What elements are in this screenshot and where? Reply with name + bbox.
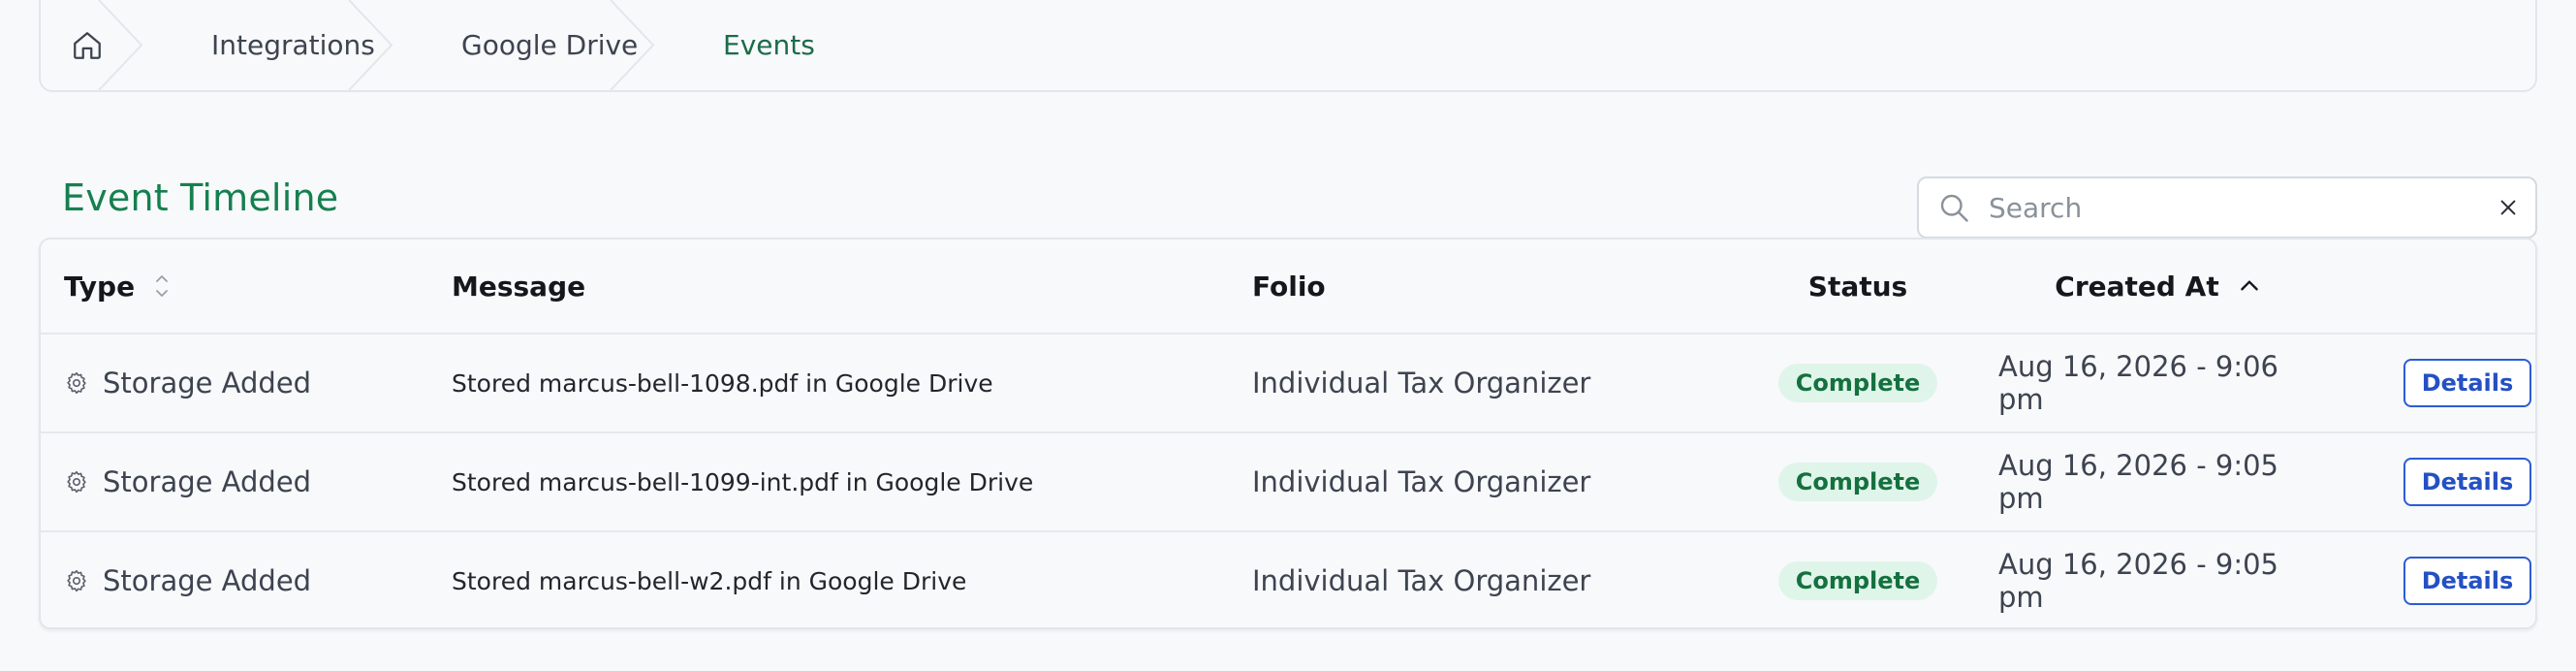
status-badge: Complete <box>1777 364 1938 402</box>
search-icon <box>1919 190 1989 225</box>
table-row: Storage Added Stored marcus-bell-1099-in… <box>41 433 2535 532</box>
created-at-cell: Aug 16, 2026 - 9:05 pm <box>1998 449 2279 515</box>
breadcrumb: Integrations Google Drive Events <box>39 0 2537 92</box>
close-icon[interactable] <box>2481 197 2535 218</box>
type-label: Storage Added <box>103 465 312 498</box>
folio-cell: Individual Tax Organizer <box>1252 367 1591 399</box>
message-cell: Stored marcus-bell-w2.pdf in Google Driv… <box>452 566 967 595</box>
actions-cell: Details <box>2386 532 2531 627</box>
breadcrumb-item-events: Events <box>653 0 2535 90</box>
folio-cell: Individual Tax Organizer <box>1252 564 1591 597</box>
breadcrumb-item-google-drive[interactable]: Google Drive <box>392 0 655 90</box>
details-button[interactable]: Details <box>2403 359 2531 407</box>
breadcrumb-label: Integrations <box>211 29 375 61</box>
type-cell: Storage Added <box>64 433 432 530</box>
status-badge: Complete <box>1777 463 1938 501</box>
created-at-cell: Aug 16, 2026 - 9:06 pm <box>1998 350 2279 416</box>
type-label: Storage Added <box>103 564 312 597</box>
breadcrumb-label: Google Drive <box>461 29 639 61</box>
details-button[interactable]: Details <box>2403 557 2531 605</box>
type-cell: Storage Added <box>64 335 432 431</box>
message-cell: Stored marcus-bell-1098.pdf in Google Dr… <box>452 368 993 398</box>
column-header-created-at[interactable]: Created At <box>1998 240 2318 333</box>
column-header-label: Created At <box>2055 270 2219 303</box>
message-cell: Stored marcus-bell-1099-int.pdf in Googl… <box>452 467 1034 496</box>
status-badge: Complete <box>1777 561 1938 600</box>
table-row: Storage Added Stored marcus-bell-w2.pdf … <box>41 532 2535 627</box>
actions-cell: Details <box>2386 433 2531 530</box>
status-cell: Complete <box>1717 335 1998 431</box>
created-at-cell: Aug 16, 2026 - 9:05 pm <box>1998 548 2279 614</box>
search-input[interactable] <box>1989 178 2481 237</box>
column-header-label: Type <box>64 270 136 303</box>
folio-cell: Individual Tax Organizer <box>1252 465 1591 498</box>
column-header-label: Status <box>1807 270 1908 303</box>
column-header-label: Folio <box>1252 270 1326 303</box>
column-header-message: Message <box>452 240 1227 333</box>
breadcrumb-label: Events <box>723 29 815 61</box>
gear-icon <box>64 370 89 396</box>
actions-cell: Details <box>2386 335 2531 431</box>
column-header-label: Message <box>452 270 586 303</box>
status-cell: Complete <box>1717 433 1998 530</box>
status-cell: Complete <box>1717 532 1998 627</box>
gear-icon <box>64 469 89 495</box>
search-box <box>1917 176 2537 239</box>
breadcrumb-separator <box>610 0 655 90</box>
event-table: Type Message Folio Status Created At Sto… <box>39 238 2537 629</box>
page-title: Event Timeline <box>62 176 339 219</box>
breadcrumb-separator <box>98 0 143 90</box>
table-row: Storage Added Stored marcus-bell-1098.pd… <box>41 335 2535 433</box>
column-header-type[interactable]: Type <box>64 240 432 333</box>
type-cell: Storage Added <box>64 532 432 627</box>
column-header-status: Status <box>1717 240 1998 333</box>
column-header-folio: Folio <box>1252 240 1717 333</box>
chevron-up-icon[interactable] <box>2237 273 2262 299</box>
breadcrumb-home[interactable] <box>41 0 143 90</box>
type-label: Storage Added <box>103 367 312 399</box>
breadcrumb-item-integrations[interactable]: Integrations <box>141 0 393 90</box>
table-header: Type Message Folio Status Created At <box>41 240 2535 335</box>
sort-icon[interactable] <box>152 271 172 302</box>
gear-icon <box>64 568 89 593</box>
breadcrumb-separator <box>348 0 393 90</box>
details-button[interactable]: Details <box>2403 458 2531 506</box>
